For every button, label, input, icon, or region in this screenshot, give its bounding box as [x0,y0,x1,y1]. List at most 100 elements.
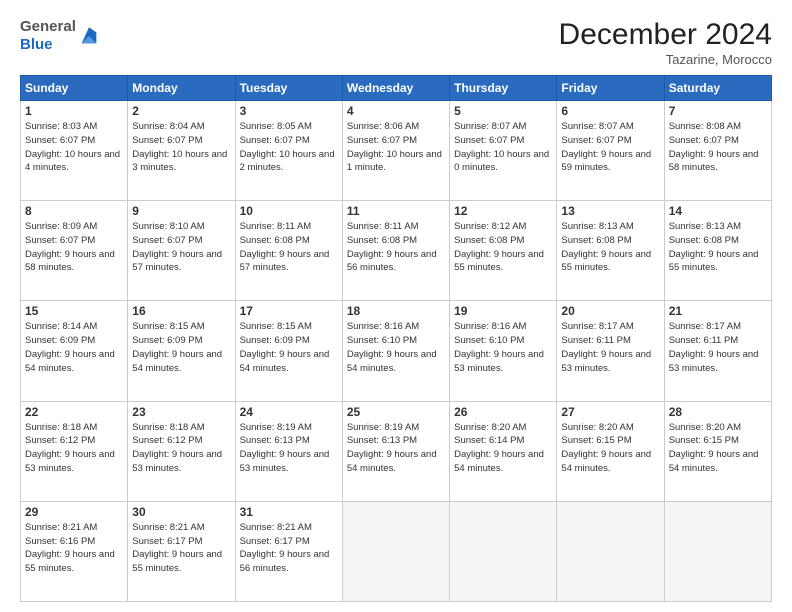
day-number: 31 [240,505,338,519]
day-info: Sunrise: 8:04 AM Sunset: 6:07 PM Dayligh… [132,120,230,175]
day-info: Sunrise: 8:11 AM Sunset: 6:08 PM Dayligh… [240,220,338,275]
sunrise-label: Sunrise: 8:16 AM [347,321,419,332]
day-cell: 14 Sunrise: 8:13 AM Sunset: 6:08 PM Dayl… [664,201,771,301]
sunrise-label: Sunrise: 8:08 AM [669,121,741,132]
sunset-label: Sunset: 6:07 PM [669,135,739,146]
day-number: 13 [561,204,659,218]
sunrise-label: Sunrise: 8:18 AM [132,422,204,433]
daylight-label: Daylight: 9 hours and 54 minutes. [240,349,330,374]
day-cell [664,501,771,601]
day-cell: 24 Sunrise: 8:19 AM Sunset: 6:13 PM Dayl… [235,401,342,501]
location: Tazarine, Morocco [559,52,772,67]
day-number: 30 [132,505,230,519]
day-cell: 6 Sunrise: 8:07 AM Sunset: 6:07 PM Dayli… [557,101,664,201]
week-row-5: 29 Sunrise: 8:21 AM Sunset: 6:16 PM Dayl… [21,501,772,601]
day-number: 27 [561,405,659,419]
sunset-label: Sunset: 6:13 PM [240,435,310,446]
day-number: 2 [132,104,230,118]
sunrise-label: Sunrise: 8:07 AM [454,121,526,132]
day-number: 8 [25,204,123,218]
day-info: Sunrise: 8:03 AM Sunset: 6:07 PM Dayligh… [25,120,123,175]
day-info: Sunrise: 8:18 AM Sunset: 6:12 PM Dayligh… [25,421,123,476]
sunset-label: Sunset: 6:12 PM [132,435,202,446]
day-cell: 23 Sunrise: 8:18 AM Sunset: 6:12 PM Dayl… [128,401,235,501]
daylight-label: Daylight: 9 hours and 54 minutes. [132,349,222,374]
sunrise-label: Sunrise: 8:04 AM [132,121,204,132]
week-row-1: 1 Sunrise: 8:03 AM Sunset: 6:07 PM Dayli… [21,101,772,201]
day-cell: 5 Sunrise: 8:07 AM Sunset: 6:07 PM Dayli… [450,101,557,201]
sunrise-label: Sunrise: 8:20 AM [669,422,741,433]
day-cell: 10 Sunrise: 8:11 AM Sunset: 6:08 PM Dayl… [235,201,342,301]
daylight-label: Daylight: 10 hours and 1 minute. [347,149,442,174]
sunrise-label: Sunrise: 8:09 AM [25,221,97,232]
day-cell: 22 Sunrise: 8:18 AM Sunset: 6:12 PM Dayl… [21,401,128,501]
header-monday: Monday [128,76,235,101]
day-info: Sunrise: 8:13 AM Sunset: 6:08 PM Dayligh… [669,220,767,275]
day-number: 26 [454,405,552,419]
daylight-label: Daylight: 9 hours and 54 minutes. [454,449,544,474]
day-number: 10 [240,204,338,218]
day-info: Sunrise: 8:18 AM Sunset: 6:12 PM Dayligh… [132,421,230,476]
day-info: Sunrise: 8:07 AM Sunset: 6:07 PM Dayligh… [561,120,659,175]
day-number: 7 [669,104,767,118]
sunset-label: Sunset: 6:07 PM [454,135,524,146]
day-cell: 29 Sunrise: 8:21 AM Sunset: 6:16 PM Dayl… [21,501,128,601]
sunset-label: Sunset: 6:07 PM [25,135,95,146]
daylight-label: Daylight: 10 hours and 3 minutes. [132,149,227,174]
sunset-label: Sunset: 6:07 PM [240,135,310,146]
day-cell: 18 Sunrise: 8:16 AM Sunset: 6:10 PM Dayl… [342,301,449,401]
day-info: Sunrise: 8:15 AM Sunset: 6:09 PM Dayligh… [240,320,338,375]
day-info: Sunrise: 8:17 AM Sunset: 6:11 PM Dayligh… [669,320,767,375]
day-cell: 13 Sunrise: 8:13 AM Sunset: 6:08 PM Dayl… [557,201,664,301]
day-info: Sunrise: 8:19 AM Sunset: 6:13 PM Dayligh… [240,421,338,476]
daylight-label: Daylight: 9 hours and 55 minutes. [25,549,115,574]
sunrise-label: Sunrise: 8:16 AM [454,321,526,332]
sunset-label: Sunset: 6:11 PM [669,335,739,346]
week-row-3: 15 Sunrise: 8:14 AM Sunset: 6:09 PM Dayl… [21,301,772,401]
day-cell: 25 Sunrise: 8:19 AM Sunset: 6:13 PM Dayl… [342,401,449,501]
day-cell: 15 Sunrise: 8:14 AM Sunset: 6:09 PM Dayl… [21,301,128,401]
day-cell: 2 Sunrise: 8:04 AM Sunset: 6:07 PM Dayli… [128,101,235,201]
sunrise-label: Sunrise: 8:11 AM [240,221,312,232]
day-info: Sunrise: 8:16 AM Sunset: 6:10 PM Dayligh… [454,320,552,375]
sunset-label: Sunset: 6:14 PM [454,435,524,446]
sunset-label: Sunset: 6:08 PM [454,235,524,246]
day-info: Sunrise: 8:14 AM Sunset: 6:09 PM Dayligh… [25,320,123,375]
daylight-label: Daylight: 9 hours and 54 minutes. [347,449,437,474]
day-number: 6 [561,104,659,118]
day-info: Sunrise: 8:06 AM Sunset: 6:07 PM Dayligh… [347,120,445,175]
day-info: Sunrise: 8:20 AM Sunset: 6:15 PM Dayligh… [669,421,767,476]
sunrise-label: Sunrise: 8:21 AM [240,522,312,533]
sunrise-label: Sunrise: 8:17 AM [561,321,633,332]
sunrise-label: Sunrise: 8:06 AM [347,121,419,132]
header-wednesday: Wednesday [342,76,449,101]
day-number: 29 [25,505,123,519]
day-number: 19 [454,304,552,318]
sunset-label: Sunset: 6:10 PM [347,335,417,346]
sunrise-label: Sunrise: 8:10 AM [132,221,204,232]
daylight-label: Daylight: 9 hours and 53 minutes. [240,449,330,474]
day-number: 4 [347,104,445,118]
daylight-label: Daylight: 9 hours and 59 minutes. [561,149,651,174]
day-cell: 30 Sunrise: 8:21 AM Sunset: 6:17 PM Dayl… [128,501,235,601]
daylight-label: Daylight: 9 hours and 53 minutes. [669,349,759,374]
day-info: Sunrise: 8:17 AM Sunset: 6:11 PM Dayligh… [561,320,659,375]
sunset-label: Sunset: 6:07 PM [25,235,95,246]
sunrise-label: Sunrise: 8:14 AM [25,321,97,332]
day-info: Sunrise: 8:07 AM Sunset: 6:07 PM Dayligh… [454,120,552,175]
daylight-label: Daylight: 10 hours and 2 minutes. [240,149,335,174]
sunset-label: Sunset: 6:07 PM [347,135,417,146]
day-number: 11 [347,204,445,218]
day-cell: 16 Sunrise: 8:15 AM Sunset: 6:09 PM Dayl… [128,301,235,401]
day-number: 5 [454,104,552,118]
day-info: Sunrise: 8:08 AM Sunset: 6:07 PM Dayligh… [669,120,767,175]
day-number: 15 [25,304,123,318]
sunset-label: Sunset: 6:08 PM [669,235,739,246]
day-number: 3 [240,104,338,118]
daylight-label: Daylight: 9 hours and 55 minutes. [561,249,651,274]
week-row-4: 22 Sunrise: 8:18 AM Sunset: 6:12 PM Dayl… [21,401,772,501]
day-info: Sunrise: 8:13 AM Sunset: 6:08 PM Dayligh… [561,220,659,275]
header: General Blue December 2024 Tazarine, Mor… [20,18,772,67]
sunset-label: Sunset: 6:09 PM [132,335,202,346]
sunrise-label: Sunrise: 8:15 AM [132,321,204,332]
